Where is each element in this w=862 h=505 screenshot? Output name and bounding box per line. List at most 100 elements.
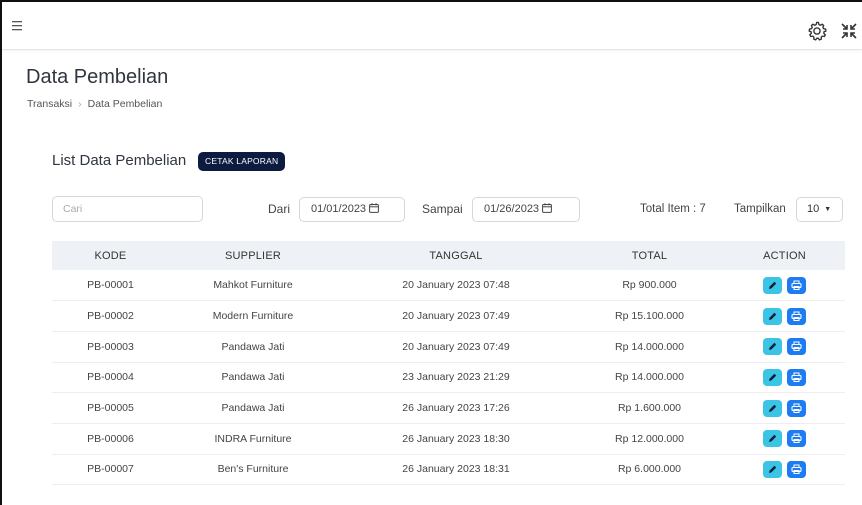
cell-tanggal: 20 January 2023 07:49: [337, 331, 575, 363]
printer-icon: [791, 433, 802, 444]
table-row: PB-00003 Pandawa Jati 20 January 2023 07:4…: [52, 331, 845, 363]
table-row: PB-00007 Ben's Furniture 26 January 2023 1…: [52, 454, 845, 486]
cell-kode: PB-00006: [52, 423, 169, 455]
printer-icon: [791, 280, 802, 290]
cell-supplier: Ben's Furniture: [169, 454, 337, 486]
purchase-table: KODE SUPPLIER TANGGAL TOTAL ACTION PB-00…: [52, 241, 845, 486]
breadcrumb: Transaksi › Data Pembelian: [27, 98, 162, 110]
edit-button[interactable]: [763, 338, 782, 356]
pencil-icon: [769, 373, 777, 381]
calendar-icon: [542, 203, 552, 213]
cell-supplier: Pandawa Jati: [169, 362, 337, 394]
show-entries-label: Tampilkan: [734, 203, 786, 215]
breadcrumb-separator-icon: ›: [78, 98, 82, 110]
cell-supplier: INDRA Furniture: [169, 423, 337, 455]
column-header-action: ACTION: [763, 249, 806, 262]
to-date-value: 01/26/2023: [484, 203, 540, 215]
edit-button[interactable]: [763, 430, 782, 448]
print-button[interactable]: [787, 338, 806, 356]
cell-action: [724, 454, 845, 486]
list-title: List Data Pembelian: [52, 152, 187, 169]
gear-icon[interactable]: [806, 20, 828, 42]
to-date-label: Sampai: [422, 202, 463, 216]
top-navbar: [2, 2, 862, 50]
cell-supplier: Pandawa Jati: [169, 392, 337, 424]
collapse-icon[interactable]: [840, 22, 858, 40]
cell-total: Rp 15.100.000: [575, 300, 724, 332]
print-button[interactable]: [787, 307, 806, 325]
total-item-count: Total Item : 7: [640, 203, 706, 215]
column-header-kode: KODE: [94, 249, 127, 262]
printer-icon: [791, 403, 802, 413]
cell-kode: PB-00005: [52, 392, 169, 424]
print-button[interactable]: [787, 276, 806, 294]
column-header-total: TOTAL: [631, 249, 668, 262]
table-row: PB-00001 Mahkot Furniture 20 January 2023 …: [52, 270, 845, 302]
cell-supplier: Pandawa Jati: [169, 331, 337, 363]
pencil-icon: [769, 343, 777, 351]
printer-icon: [791, 311, 802, 321]
cell-total: Rp 900.000: [575, 270, 724, 302]
printer-icon: [791, 464, 802, 474]
breadcrumb-item-transaksi[interactable]: Transaksi: [27, 98, 72, 110]
print-button[interactable]: [787, 460, 806, 478]
cell-total: Rp 1.600.000: [575, 392, 724, 424]
cell-tanggal: 26 January 2023 18:30: [337, 423, 575, 455]
cell-tanggal: 26 January 2023 17:26: [337, 392, 575, 424]
cell-kode: PB-00003: [52, 331, 169, 363]
entries-per-page-value: 10: [807, 203, 820, 215]
cell-tanggal: 23 January 2023 21:29: [337, 362, 575, 394]
pencil-icon: [769, 435, 777, 443]
cell-action: [724, 423, 845, 455]
cell-supplier: Modern Furniture: [169, 300, 337, 332]
edit-button[interactable]: [763, 276, 782, 294]
from-date-label: Dari: [268, 202, 291, 216]
printer-icon: [791, 372, 802, 382]
from-date-value: 01/01/2023: [311, 203, 367, 215]
pencil-icon: [769, 465, 777, 473]
print-button[interactable]: [787, 368, 806, 386]
entries-per-page-select[interactable]: 10 ▼: [796, 197, 843, 222]
print-report-button[interactable]: CETAK LAPORAN: [198, 152, 286, 171]
cell-action: [724, 392, 845, 424]
table-row: PB-00004 Pandawa Jati 23 January 2023 21:2…: [52, 362, 845, 394]
cell-action: [724, 270, 845, 302]
cell-kode: PB-00004: [52, 362, 169, 394]
search-input[interactable]: [52, 196, 203, 222]
cell-action: [724, 331, 845, 363]
breadcrumb-item-current: Data Pembelian: [87, 98, 163, 110]
cell-action: [724, 300, 845, 332]
cell-action: [724, 362, 845, 394]
table-row: PB-00006 INDRA Furniture 26 January 2023 1…: [52, 423, 845, 455]
table-row: PB-00002 Modern Furniture 20 January 2023 …: [52, 300, 845, 332]
pencil-icon: [769, 404, 777, 412]
edit-button[interactable]: [763, 399, 782, 417]
cell-tanggal: 20 January 2023 07:49: [337, 300, 575, 332]
edit-button[interactable]: [763, 307, 782, 325]
cell-kode: PB-00002: [52, 300, 169, 332]
cell-supplier: Mahkot Furniture: [169, 270, 337, 302]
page-title: Data Pembelian: [26, 66, 169, 88]
cell-kode: PB-00007: [52, 454, 169, 486]
pencil-icon: [769, 312, 777, 320]
print-button[interactable]: [787, 399, 806, 417]
cell-total: Rp 14.000.000: [575, 331, 724, 363]
from-date-field[interactable]: 01/01/2023: [299, 197, 405, 222]
cell-tanggal: 20 January 2023 07:48: [337, 270, 575, 302]
printer-icon: [791, 341, 802, 352]
cell-total: Rp 12.000.000: [575, 423, 724, 455]
pencil-icon: [769, 281, 777, 289]
column-header-supplier: SUPPLIER: [224, 249, 281, 262]
table-row: PB-00005 Pandawa Jati 26 January 2023 17:2…: [52, 392, 845, 424]
chevron-down-icon: ▼: [824, 206, 832, 213]
edit-button[interactable]: [763, 460, 782, 478]
to-date-field[interactable]: 01/26/2023: [472, 197, 580, 222]
hamburger-icon[interactable]: [11, 18, 27, 34]
edit-button[interactable]: [763, 368, 782, 386]
cell-tanggal: 26 January 2023 18:31: [337, 454, 575, 486]
print-button[interactable]: [787, 430, 806, 448]
calendar-icon: [369, 203, 379, 213]
column-header-tanggal: TANGGAL: [429, 249, 483, 262]
cell-total: Rp 14.000.000: [575, 362, 724, 394]
table-header-row: KODE SUPPLIER TANGGAL TOTAL ACTION: [52, 241, 845, 270]
